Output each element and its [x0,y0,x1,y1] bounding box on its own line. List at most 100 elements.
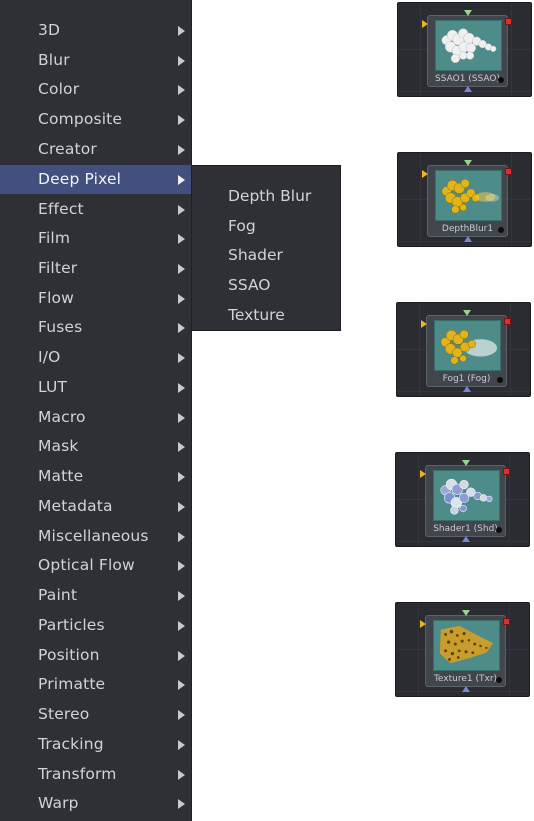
bottom-input-port[interactable] [462,536,470,542]
menu-item-particles[interactable]: Particles [0,611,191,640]
submenu-item-ssao[interactable]: SSAO [192,271,341,300]
menu-item-film[interactable]: Film [0,224,191,253]
output-port[interactable] [505,18,512,25]
menu-item-transform[interactable]: Transform [0,760,191,789]
menu-item-label: Stereo [38,705,90,723]
background-input-port[interactable] [422,20,428,28]
background-input-port[interactable] [421,320,427,328]
output-port[interactable] [505,168,512,175]
shader-node-panel: Shader1 (Shd) [395,452,530,547]
menu-item-warp[interactable]: Warp [0,789,191,818]
menu-item-label: Primatte [38,675,106,693]
bottom-input-port[interactable] [462,686,470,692]
menu-item-tracking[interactable]: Tracking [0,730,191,759]
menu-item-macro[interactable]: Macro [0,403,191,432]
bottom-input-port[interactable] [464,236,472,242]
menu-item-color[interactable]: Color [0,75,191,104]
menu-item-position[interactable]: Position [0,641,191,670]
yellow-spheres-blur-thumbnail [436,171,501,220]
submenu-item-fog[interactable]: Fog [192,212,341,241]
menu-item-flow[interactable]: Flow [0,284,191,313]
chevron-right-icon [178,798,185,809]
menu-item-mask[interactable]: Mask [0,432,191,461]
chevron-right-icon [178,55,185,66]
chevron-right-icon [178,84,185,95]
chevron-right-icon [178,739,185,750]
menu-item-label: Miscellaneous [38,527,149,545]
white-spheres-thumbnail [436,21,501,70]
menu-item-filter[interactable]: Filter [0,254,191,283]
menu-item-label: Transform [38,765,117,783]
node-preview-yellow-spheres-blur [435,170,502,221]
menu-item-creator[interactable]: Creator [0,135,191,164]
menu-item-deep-pixel[interactable]: Deep Pixel [0,165,191,194]
menu-item-stereo[interactable]: Stereo [0,700,191,729]
effect-mask-input-port[interactable] [462,610,470,616]
node-label: SSAO1 (SSAO) [435,74,500,84]
depth-blur-node[interactable]: DepthBlur1 [422,160,512,242]
menu-item-miscellaneous[interactable]: Miscellaneous [0,522,191,551]
menu-item-io[interactable]: I/O [0,343,191,372]
submenu-item-shader[interactable]: Shader [192,241,341,270]
menu-item-composite[interactable]: Composite [0,105,191,134]
submenu-item-label: Depth Blur [228,187,312,205]
shader-node[interactable]: Shader1 (Shd) [420,460,510,542]
menu-item-paint[interactable]: Paint [0,581,191,610]
chevron-right-icon [178,352,185,363]
fog-node[interactable]: Fog1 (Fog) [421,310,511,392]
ssao-node[interactable]: SSAO1 (SSAO) [422,10,512,92]
effect-mask-input-port[interactable] [464,10,472,16]
submenu-item-label: Texture [228,306,285,324]
menu-item-label: Film [38,229,71,247]
texture-node[interactable]: Texture1 (Txr) [420,610,510,692]
menu-item-optical-flow[interactable]: Optical Flow [0,551,191,580]
menu-item-effect[interactable]: Effect [0,195,191,224]
chevron-right-icon [178,501,185,512]
texture-node-panel: Texture1 (Txr) [395,602,530,697]
menu-item-label: Effect [38,200,84,218]
menu-item-label: Tracking [38,735,104,753]
menu-item-label: Macro [38,408,86,426]
background-input-port[interactable] [422,170,428,178]
menu-item-metadata[interactable]: Metadata [0,492,191,521]
effect-mask-input-port[interactable] [462,460,470,466]
node-preview-textured-spheres [433,620,500,671]
yellow-spheres-fog-thumbnail [435,321,500,370]
chevron-right-icon [178,412,185,423]
chevron-right-icon [178,679,185,690]
chevron-right-icon [178,322,185,333]
submenu-item-label: Shader [228,246,283,264]
node-preview-white-spheres [435,20,502,71]
output-port[interactable] [503,468,510,475]
menu-item-label: Matte [38,467,84,485]
chevron-right-icon [178,650,185,661]
chevron-right-icon [178,263,185,274]
menu-item-lut[interactable]: LUT [0,373,191,402]
output-port[interactable] [503,618,510,625]
node-status-dot [496,677,502,683]
menu-item-label: 3D [38,21,61,39]
submenu-item-label: Fog [228,217,256,235]
effect-mask-input-port[interactable] [464,160,472,166]
menu-item-blur[interactable]: Blur [0,46,191,75]
bottom-input-port[interactable] [464,86,472,92]
menu-item-label: Filter [38,259,78,277]
menu-item-label: Particles [38,616,105,634]
background-input-port[interactable] [420,620,426,628]
menu-item-label: Warp [38,794,79,812]
menu-item-primatte[interactable]: Primatte [0,670,191,699]
background-input-port[interactable] [420,470,426,478]
output-port[interactable] [504,318,511,325]
menu-item-fuses[interactable]: Fuses [0,313,191,342]
menu-item-matte[interactable]: Matte [0,462,191,491]
effect-mask-input-port[interactable] [463,310,471,316]
menu-item-label: Color [38,80,80,98]
submenu-item-depth-blur[interactable]: Depth Blur [192,182,341,211]
menu-item-3d[interactable]: 3D [0,16,191,45]
menu-item-label: Creator [38,140,97,158]
submenu-item-texture[interactable]: Texture [192,301,341,330]
menu-item-label: Metadata [38,497,113,515]
bottom-input-port[interactable] [463,386,471,392]
menu-item-label: Fuses [38,318,83,336]
chevron-right-icon [178,204,185,215]
